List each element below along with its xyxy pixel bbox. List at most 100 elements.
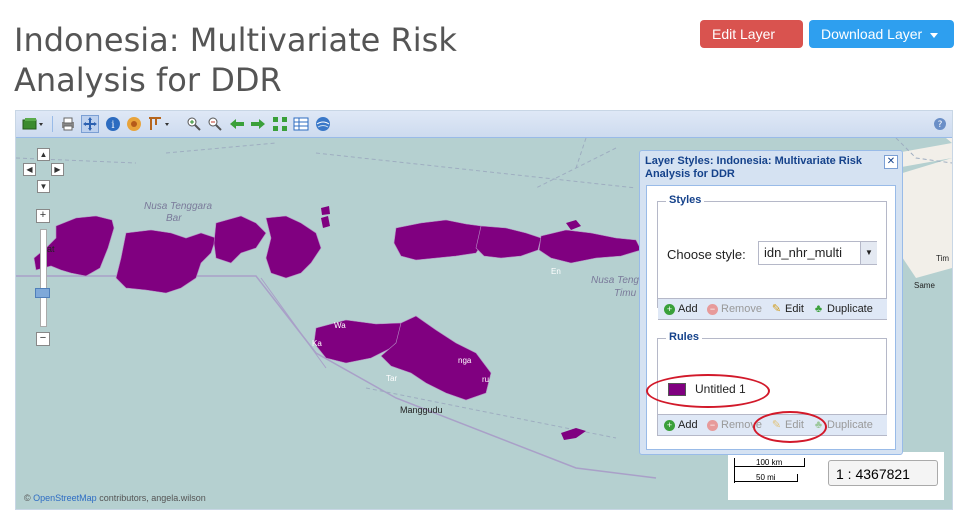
osm-link[interactable]: OpenStreetMap [33, 493, 97, 503]
remove-label: Remove [721, 303, 762, 315]
map-label-ru: ru [482, 375, 489, 384]
map-label-ntb-2: Bar [166, 213, 182, 224]
rules-edit-button[interactable]: ✎ Edit [771, 419, 804, 431]
region-sumbawa-east [213, 215, 267, 264]
query-icon[interactable] [147, 116, 171, 132]
rules-add-button[interactable]: + Add [664, 419, 698, 431]
duplicate-icon: ♣ [814, 418, 823, 431]
duplicate-icon: ♣ [814, 302, 823, 315]
pan-left-button[interactable]: ◀ [23, 163, 36, 176]
land-north-east [946, 138, 952, 143]
duplicate-label: Duplicate [827, 303, 873, 315]
region-flores-east [538, 229, 642, 264]
toolbar-separator [52, 116, 53, 132]
map-label-tar: Tar [386, 374, 397, 383]
measure-icon[interactable] [126, 116, 142, 132]
zoom-slider-thumb[interactable] [35, 288, 50, 298]
edit-layer-button[interactable]: Edit Layer [700, 20, 803, 66]
scale-tick [734, 458, 735, 483]
pan-icon[interactable] [81, 115, 99, 133]
layers-icon[interactable] [22, 116, 44, 132]
zoom-in-icon[interactable] [186, 116, 202, 132]
back-icon[interactable] [229, 116, 245, 132]
scale-tick [797, 474, 798, 482]
map-label-ka: Ka [312, 339, 322, 348]
styles-edit-button[interactable]: ✎ Edit [771, 303, 804, 315]
map-label-manggudu: Manggudu [400, 405, 443, 415]
download-layer-button[interactable]: Download Layer [809, 20, 954, 48]
svg-text:?: ? [938, 120, 943, 130]
add-icon: + [664, 303, 675, 315]
map-label-same: Same [914, 281, 935, 290]
maritime-boundary-2 [260, 277, 327, 369]
map-attribution: © OpenStreetMap contributors, angela.wil… [24, 493, 206, 503]
caret-down-icon [720, 60, 728, 66]
page-title: Indonesia: Multivariate Risk Analysis fo… [14, 21, 457, 99]
add-label: Add [678, 303, 698, 315]
scale-value: 1 : 4367821 [836, 466, 910, 482]
map-label-ntt: Nusa Teng [591, 275, 639, 286]
rule-swatch [668, 382, 686, 396]
pan-down-button[interactable]: ▼ [37, 180, 50, 193]
chevron-down-icon[interactable]: ▼ [860, 242, 877, 264]
zoom-extent-icon[interactable] [272, 116, 288, 132]
dashed-boundary [16, 142, 637, 189]
forward-icon[interactable] [250, 116, 266, 132]
pan-up-button[interactable]: ▲ [37, 148, 50, 161]
remove-label: Remove [721, 419, 762, 431]
choose-style-label: Choose style: [667, 247, 746, 262]
edit-label: Edit [785, 419, 804, 431]
styles-remove-button[interactable]: − Remove [707, 303, 762, 315]
copyright-symbol: © [24, 493, 31, 503]
map-label-ntt-2: Timu [614, 288, 637, 299]
pencil-icon: ✎ [771, 302, 782, 315]
duplicate-label: Duplicate [827, 419, 873, 431]
map-label-en: En [551, 267, 561, 276]
selected-style: idn_nhr_multi [764, 245, 843, 260]
style-select[interactable]: idn_nhr_multi ▼ [758, 241, 877, 265]
map-label-ntb: Nusa Tenggara [144, 201, 212, 212]
scale-select[interactable]: 1 : 4367821 ▼ [828, 460, 938, 486]
rule-name: Untitled 1 [695, 382, 746, 396]
panel-body: Styles Choose style: idn_nhr_multi ▼ + Ad… [646, 185, 896, 450]
region-sumbawa-west [115, 229, 217, 294]
download-layer-label: Download Layer [821, 26, 923, 42]
add-label: Add [678, 419, 698, 431]
layer-styles-panel: Layer Styles: Indonesia: Multivariate Ri… [639, 150, 903, 455]
caret-down-icon [930, 32, 939, 38]
styles-add-button[interactable]: + Add [664, 303, 698, 315]
scale-mi-label: 50 mi [756, 473, 776, 482]
globe-icon[interactable] [315, 116, 331, 132]
styles-button-bar: + Add − Remove ✎ Edit ♣ Duplicate [658, 298, 887, 320]
map-toolbar: i ? [16, 111, 952, 138]
zoom-slider-track[interactable] [40, 229, 47, 327]
rules-button-bar: + Add − Remove ✎ Edit ♣ Duplicate [658, 414, 887, 436]
zoom-in-button[interactable]: + [36, 209, 50, 223]
zoom-out-button[interactable]: − [36, 332, 50, 346]
table-icon[interactable] [293, 116, 309, 132]
map-label-wa: Wa [334, 321, 346, 330]
print-icon[interactable] [60, 116, 76, 132]
scale-bar: 100 km 50 mi 1 : 4367821 ▼ [728, 452, 944, 500]
region-flores-west [393, 219, 487, 261]
help-icon[interactable]: ? [932, 116, 948, 132]
pencil-icon: ✎ [771, 418, 782, 431]
styles-duplicate-button[interactable]: ♣ Duplicate [813, 303, 873, 315]
region-south-small [561, 428, 586, 440]
region-small-island [321, 216, 330, 228]
map-label-timor: Tim [936, 254, 949, 263]
styles-legend: Styles [666, 194, 705, 206]
zoom-out-icon[interactable] [207, 116, 223, 132]
region-flores-mid [475, 225, 542, 259]
rules-remove-button[interactable]: − Remove [707, 419, 762, 431]
rules-duplicate-button[interactable]: ♣ Duplicate [813, 419, 873, 431]
remove-icon: − [707, 303, 718, 315]
info-icon[interactable]: i [105, 116, 121, 132]
rule-item[interactable]: Untitled 1 [668, 382, 746, 396]
remove-icon: − [707, 419, 718, 431]
maritime-boundary [16, 275, 657, 479]
dashed-boundary-2 [365, 138, 617, 439]
close-icon[interactable]: ✕ [884, 155, 898, 169]
pan-right-button[interactable]: ▶ [51, 163, 64, 176]
panel-title: Layer Styles: Indonesia: Multivariate Ri… [645, 155, 863, 180]
